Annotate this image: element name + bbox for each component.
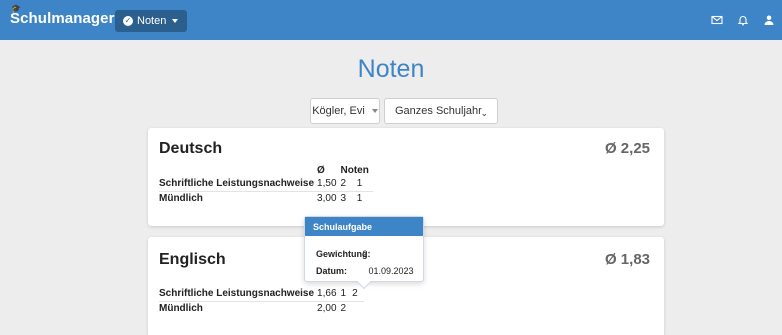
brand-logo[interactable]: 🎓 Schulmanager bbox=[10, 4, 115, 27]
table-row: Schriftliche Leistungsnachweise 1,50 2 1 bbox=[159, 177, 373, 192]
subject-card-deutsch: Deutsch Ø 2,25 Ø Noten Schriftliche Leis… bbox=[148, 128, 664, 226]
user-icon[interactable] bbox=[756, 12, 782, 28]
chevron-down-icon bbox=[172, 19, 179, 23]
subject-average: Ø 2,25 bbox=[604, 140, 650, 157]
period-select-value: Ganzes Schuljahr bbox=[395, 105, 482, 117]
category-average: 1,50 bbox=[317, 177, 341, 192]
popover-date-row: Datum: 01.09.2023 bbox=[316, 266, 414, 276]
top-navbar: 🎓 Schulmanager ✓ Noten bbox=[0, 0, 782, 40]
grade-value bbox=[352, 301, 364, 315]
date-label: Datum: bbox=[316, 266, 347, 276]
grade-value[interactable]: 2 bbox=[341, 301, 353, 315]
subject-name: Englisch bbox=[159, 251, 226, 268]
noten-menu-label: Noten bbox=[137, 15, 167, 27]
brand-name: Schulmanager bbox=[10, 10, 115, 27]
category-average: 3,00 bbox=[317, 192, 337, 204]
date-value: 01.09.2023 bbox=[368, 266, 414, 276]
envelope-icon[interactable] bbox=[704, 12, 730, 28]
subject-name: Deutsch bbox=[159, 140, 223, 157]
popover-weight-row: Gewichtung: 2 bbox=[316, 249, 371, 259]
category-label: Schriftliche Leistungsnachweise bbox=[159, 177, 318, 192]
category-average: 2,00 bbox=[317, 302, 337, 314]
category-label: Schriftliche Leistungsnachweise bbox=[159, 287, 318, 302]
grade-value[interactable]: 1 bbox=[356, 177, 373, 192]
grade-value[interactable]: 3 bbox=[341, 191, 357, 205]
caret-down-icon bbox=[371, 109, 378, 113]
weight-label: Gewichtung: bbox=[316, 249, 371, 259]
grade-detail-popover: Schulaufgabe Gewichtung: 2 Datum: 01.09.… bbox=[304, 216, 424, 290]
grades-header-row: Ø Noten bbox=[159, 163, 373, 177]
avg-header: Ø bbox=[317, 164, 325, 176]
category-header bbox=[159, 163, 317, 177]
check-circle-icon: ✓ bbox=[123, 16, 133, 26]
grades-header: Noten bbox=[340, 164, 369, 176]
graduation-cap-icon: 🎓 bbox=[11, 4, 22, 13]
noten-menu-button[interactable]: ✓ Noten bbox=[115, 10, 188, 32]
category-label: Mündlich bbox=[159, 192, 203, 204]
navbar-icons bbox=[704, 12, 782, 28]
popover-title: Schulaufgabe bbox=[305, 217, 423, 236]
weight-value: 2 bbox=[362, 249, 368, 259]
grade-value[interactable]: 2 bbox=[340, 177, 357, 192]
grades-table: Schriftliche Leistungsnachweise 1,66 1 2… bbox=[159, 287, 364, 315]
table-row: Mündlich 2,00 2 bbox=[159, 301, 364, 315]
page-title: Noten bbox=[357, 55, 425, 83]
chevron-down-icon: ⌄ bbox=[480, 108, 488, 118]
subject-average: Ø 1,83 bbox=[604, 251, 650, 268]
grade-value[interactable]: 1 bbox=[340, 287, 353, 302]
student-select-value: Kögler, Evi bbox=[312, 105, 365, 117]
grade-value[interactable]: 1 bbox=[357, 191, 373, 205]
grade-value[interactable]: 2 bbox=[352, 287, 364, 302]
category-label: Mündlich bbox=[159, 302, 203, 314]
grades-table: Ø Noten Schriftliche Leistungsnachweise … bbox=[159, 163, 373, 205]
table-row: Schriftliche Leistungsnachweise 1,66 1 2 bbox=[159, 287, 364, 302]
category-average: 1,66 bbox=[317, 287, 341, 302]
student-select[interactable]: Kögler, Evi bbox=[310, 98, 380, 124]
period-select[interactable]: Ganzes Schuljahr ⌄ bbox=[384, 98, 498, 124]
table-row: Mündlich 3,00 3 1 bbox=[159, 191, 373, 205]
bell-icon[interactable] bbox=[730, 12, 756, 28]
